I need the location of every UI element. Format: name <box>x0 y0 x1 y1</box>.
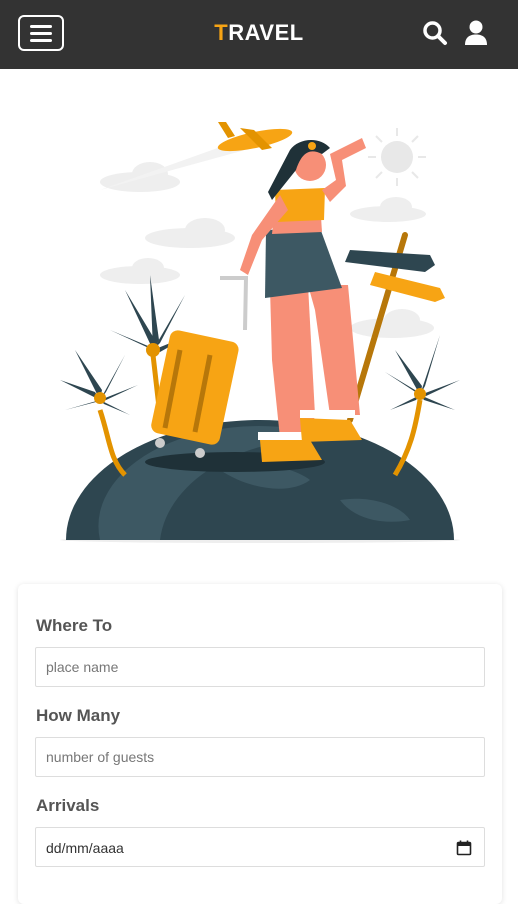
where-to-input[interactable] <box>35 647 485 687</box>
logo-text: RAVEL <box>228 20 304 45</box>
user-button[interactable] <box>461 18 491 48</box>
search-icon <box>423 21 447 45</box>
search-button[interactable] <box>420 18 450 48</box>
calendar-icon[interactable] <box>456 840 472 856</box>
arrivals-date-value: dd/mm/aaaa <box>46 840 124 856</box>
arrivals-label: Arrivals <box>36 796 100 815</box>
how-many-label: How Many <box>36 706 121 725</box>
how-many-input[interactable] <box>35 737 485 777</box>
logo-accent-letter: T <box>214 20 229 45</box>
hero-illustration <box>40 110 480 550</box>
user-icon <box>465 20 487 45</box>
traveler-illustration <box>60 122 460 543</box>
top-header: TRAVEL <box>0 0 518 69</box>
where-to-label: Where To <box>36 616 113 635</box>
booking-form-card: Where To How Many Arrivals dd/mm/aaaa <box>18 584 502 904</box>
calendar-icon-glyph <box>456 840 472 856</box>
arrivals-date-input[interactable]: dd/mm/aaaa <box>35 827 485 867</box>
